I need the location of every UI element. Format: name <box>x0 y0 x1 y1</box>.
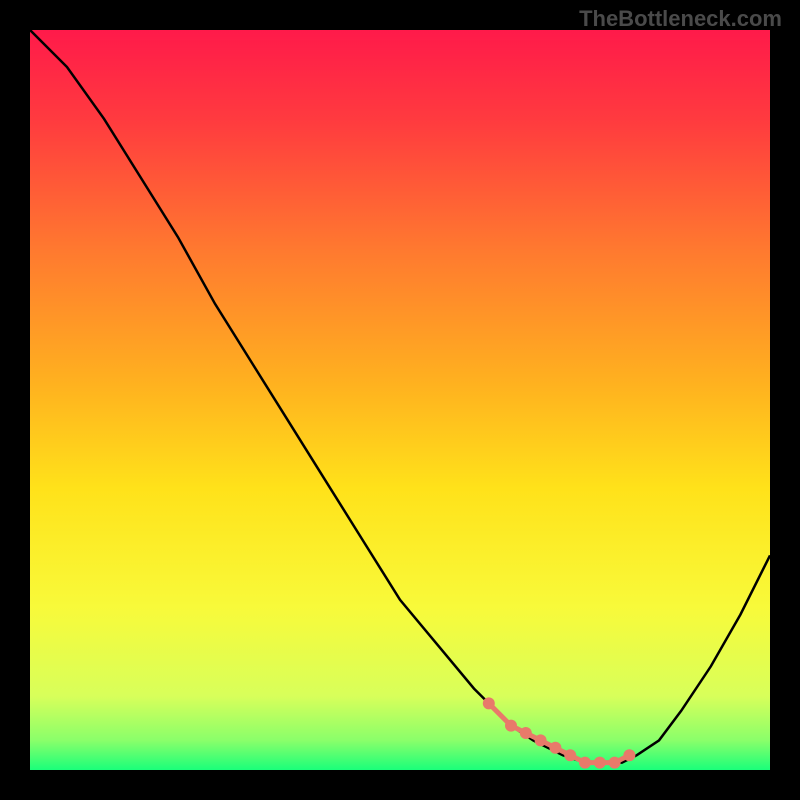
marker-dot <box>505 720 517 732</box>
marker-dot <box>564 749 576 761</box>
marker-dot <box>579 757 591 769</box>
marker-dot <box>623 749 635 761</box>
marker-dot <box>609 757 621 769</box>
marker-dot <box>594 757 606 769</box>
marker-dot <box>483 697 495 709</box>
chart-svg <box>30 30 770 770</box>
marker-dot <box>520 727 532 739</box>
marker-dot <box>535 734 547 746</box>
bottleneck-chart <box>30 30 770 770</box>
marker-dot <box>549 742 561 754</box>
gradient-background <box>30 30 770 770</box>
watermark-text: TheBottleneck.com <box>579 6 782 32</box>
